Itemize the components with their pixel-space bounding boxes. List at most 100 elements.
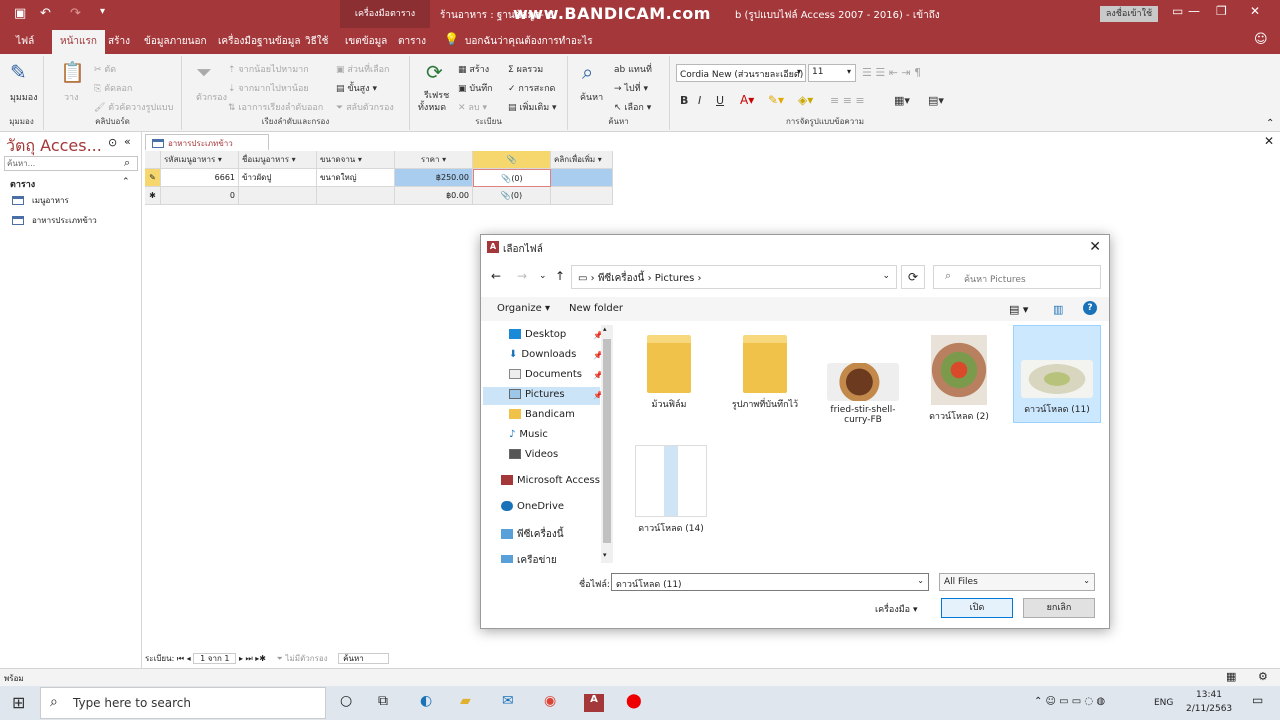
ribbon-display-icon[interactable]: ▭	[1172, 4, 1183, 18]
table-cell[interactable]	[551, 169, 613, 187]
tree-item-desktop[interactable]: Desktop	[509, 329, 566, 340]
breadcrumb-this-pc[interactable]: พีซีเครื่องนี้	[598, 273, 645, 284]
clock-date[interactable]: 2/11/2563	[1186, 704, 1232, 714]
table-cell[interactable]: 0	[161, 187, 239, 205]
highlight-icon[interactable]: ✎▾	[768, 93, 784, 107]
cortana-icon[interactable]: ○	[340, 693, 352, 709]
undo-icon[interactable]: ↶	[40, 6, 51, 21]
view-icon[interactable]: ✎	[10, 60, 27, 84]
file-item-download-2[interactable]: ดาวน์โหลด (2)	[915, 331, 1003, 423]
file-item-curry-photo[interactable]: fried-stir-shell-curry-FB	[819, 331, 907, 425]
taskbar-search-input[interactable]: Type here to search	[40, 687, 326, 719]
alt-row-color-icon[interactable]: ▤▾	[928, 94, 944, 107]
open-button[interactable]: เปิด	[941, 598, 1013, 618]
tree-item-videos[interactable]: Videos	[509, 449, 558, 460]
table-cell[interactable]	[317, 187, 395, 205]
filter-icon[interactable]: ⏷	[196, 60, 212, 84]
file-item-folder-saved-pictures[interactable]: รูปภาพที่บันทึกไว้	[721, 331, 809, 411]
cut-button[interactable]: ✂ ตัด	[94, 62, 116, 76]
tab-document-rice-dishes[interactable]: อาหารประเภทข้าว	[145, 134, 269, 150]
back-icon[interactable]: ←	[491, 269, 501, 283]
tab-database-tools[interactable]: เครื่องมือฐานข้อมูล	[218, 34, 301, 49]
find-button[interactable]: ค้นหา	[580, 90, 603, 104]
underline-icon[interactable]: U	[716, 94, 724, 107]
nav-menu-icon[interactable]: ⊙	[108, 136, 117, 149]
attachment-column-header[interactable]: 📎	[473, 151, 551, 169]
table-cell[interactable]	[239, 187, 317, 205]
nav-group-tables[interactable]: ตาราง	[10, 177, 35, 191]
new-record-button[interactable]: ▦ สร้าง	[458, 62, 489, 76]
scrollbar-thumb[interactable]	[603, 339, 611, 543]
chrome-icon[interactable]: ◉	[544, 693, 556, 709]
address-bar[interactable]: ▭ › พีซีเครื่องนี้ › Pictures › ⌄	[571, 265, 897, 289]
table-cell[interactable]: ขนาดใหญ่	[317, 169, 395, 187]
remove-sort-button[interactable]: ⇅ เอาการเรียงลำดับออก	[228, 100, 323, 114]
italic-icon[interactable]: I	[698, 94, 701, 107]
search-icon[interactable]: ⌕	[124, 156, 130, 170]
table-cell[interactable]	[551, 187, 613, 205]
nav-search-input[interactable]: ค้นหา...	[4, 156, 138, 171]
sort-descending-button[interactable]: ⇣ จากมากไปหาน้อย	[228, 81, 309, 95]
bandicam-record-icon[interactable]: ⬤	[626, 693, 642, 709]
paste-icon[interactable]: 📋	[60, 60, 85, 84]
attachment-cell[interactable]: 📎(0)	[473, 187, 551, 205]
nav-item-rice-dishes[interactable]: อาหารประเภทข้าว	[12, 214, 97, 227]
file-item-folder-camera-roll[interactable]: ม้วนฟิล์ม	[625, 331, 713, 411]
smiley-icon[interactable]: ☺	[1254, 32, 1268, 47]
list-icon[interactable]: ☰ ☰ ⇤ ⇥ ¶	[862, 66, 921, 79]
tab-fields[interactable]: เขตข้อมูล	[345, 34, 387, 49]
new-folder-button[interactable]: New folder	[569, 303, 623, 314]
tree-item-pictures[interactable]: Pictures	[483, 387, 600, 405]
font-size-select[interactable]: 11 ▾	[808, 64, 856, 82]
language-indicator[interactable]: ENG	[1154, 698, 1173, 708]
tree-scrollbar[interactable]: ▴ ▾	[601, 325, 613, 563]
file-item-download-14[interactable]: ดาวน์โหลด (14)	[627, 441, 715, 535]
column-header[interactable]: ราคา ▾	[395, 151, 473, 169]
tab-file[interactable]: ไฟล์	[16, 34, 34, 49]
preview-pane-icon[interactable]: ▥	[1053, 303, 1063, 316]
tab-home[interactable]: หน้าแรก	[52, 30, 105, 54]
shutter-bar-icon[interactable]: «	[124, 135, 131, 148]
font-color-icon[interactable]: A▾	[740, 93, 754, 107]
breadcrumb-pictures[interactable]: Pictures	[655, 273, 695, 284]
select-button[interactable]: ↖ เลือก ▾	[614, 100, 651, 114]
new-record-selector[interactable]: ✱	[145, 187, 161, 205]
forward-icon[interactable]: →	[517, 269, 527, 283]
minimize-icon[interactable]: —	[1188, 4, 1200, 18]
select-all-corner[interactable]	[145, 151, 161, 169]
nav-item-menu[interactable]: เมนูอาหาร	[12, 194, 69, 207]
refresh-all-button-line2[interactable]: ทั้งหมด	[418, 100, 446, 114]
scroll-up-icon[interactable]: ▴	[603, 325, 607, 333]
column-header[interactable]: ขนาดจาน ▾	[317, 151, 395, 169]
record-search-input[interactable]: ค้นหา	[338, 653, 389, 664]
close-icon[interactable]: ✕	[1250, 4, 1260, 18]
fill-color-icon[interactable]: ◈▾	[798, 93, 813, 107]
recent-locations-icon[interactable]: ⌄	[539, 271, 547, 281]
datasheet-view-icon[interactable]: ▦	[1226, 670, 1236, 683]
bold-icon[interactable]: B	[680, 94, 688, 107]
font-name-select[interactable]: Cordia New (ส่วนรายละเอียด) ▾	[676, 64, 806, 82]
windows-start-icon[interactable]: ⊞	[12, 693, 25, 712]
tray-icons[interactable]: ⌃ ☺ ▭ ▭ ◌ ◍	[1034, 696, 1105, 707]
save-icon[interactable]: ▣	[14, 6, 26, 21]
totals-button[interactable]: Σ ผลรวม	[508, 62, 543, 76]
first-record-icon[interactable]: ⏮	[177, 654, 187, 663]
view-button[interactable]: มุมมอง	[10, 90, 38, 104]
tree-item-this-pc[interactable]: พีซีเครื่องนี้	[501, 527, 564, 542]
table-cell[interactable]: 6661	[161, 169, 239, 187]
record-selector[interactable]: ✎	[145, 169, 161, 187]
filename-input[interactable]: ดาวน์โหลด (11) ⌄	[611, 573, 929, 591]
scroll-down-icon[interactable]: ▾	[603, 551, 607, 559]
tree-item-onedrive[interactable]: OneDrive	[501, 501, 564, 512]
more-button[interactable]: ▤ เพิ่มเติม ▾	[508, 100, 557, 114]
tree-item-bandicam[interactable]: Bandicam	[509, 409, 575, 420]
dialog-close-icon[interactable]: ✕	[1089, 239, 1101, 255]
tools-menu[interactable]: เครื่องมือ ▾	[875, 602, 917, 616]
collapse-ribbon-icon[interactable]: ⌃	[1266, 118, 1274, 129]
access-icon[interactable]: A	[584, 694, 604, 712]
table-cell[interactable]: ข้าวผัดปู	[239, 169, 317, 187]
notifications-icon[interactable]: ▭	[1252, 693, 1263, 707]
spelling-button[interactable]: ✓ การสะกด	[508, 81, 555, 95]
file-item-download-11[interactable]: ดาวน์โหลด (11)	[1013, 325, 1101, 423]
filetype-select[interactable]: All Files ⌄	[939, 573, 1095, 591]
